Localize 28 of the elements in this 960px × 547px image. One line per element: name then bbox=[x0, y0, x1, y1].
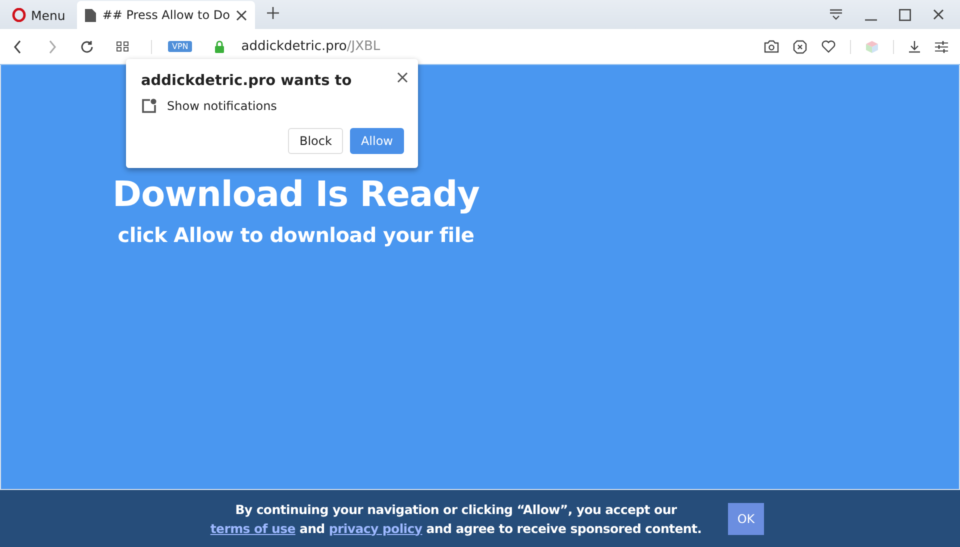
page-subheading: click Allow to download your file bbox=[118, 223, 474, 247]
policy-link[interactable]: privacy policy bbox=[328, 520, 422, 536]
notification-icon bbox=[141, 98, 157, 114]
close-icon[interactable] bbox=[397, 72, 408, 83]
heart-icon[interactable] bbox=[821, 40, 836, 53]
address-field[interactable]: addickdetric.pro/JXBL bbox=[241, 39, 380, 54]
vpn-badge[interactable]: VPN bbox=[168, 41, 192, 52]
lock-icon bbox=[214, 40, 226, 53]
ok-button[interactable]: OK bbox=[728, 502, 764, 534]
reload-icon[interactable] bbox=[80, 40, 94, 54]
popup-title: addickdetric.pro wants to bbox=[141, 73, 353, 89]
new-tab-icon[interactable] bbox=[266, 7, 279, 19]
consent-text: By continuing your navigation or clicking “Allow”, you accept our terms of use and privacy policy and agree to receive sponsored content. bbox=[209, 500, 703, 538]
download-icon[interactable] bbox=[908, 40, 921, 53]
menu-button[interactable]: Menu bbox=[4, 1, 74, 29]
page-icon bbox=[85, 8, 96, 22]
page-heading: Download Is Ready bbox=[112, 175, 480, 215]
grid-icon[interactable] bbox=[116, 41, 129, 52]
allow-button[interactable]: Allow bbox=[350, 128, 404, 154]
close-window-icon[interactable] bbox=[933, 9, 944, 20]
maximize-icon[interactable] bbox=[899, 8, 911, 20]
close-tab-icon[interactable] bbox=[236, 10, 247, 20]
camera-icon[interactable] bbox=[764, 40, 779, 53]
settings-icon[interactable] bbox=[935, 40, 948, 52]
policy-link[interactable]: terms of use bbox=[210, 520, 296, 536]
block-button[interactable]: Block bbox=[288, 128, 343, 154]
permission-label: Show notifications bbox=[167, 99, 277, 113]
browser-tab[interactable]: ## Press Allow to Do bbox=[77, 1, 255, 29]
